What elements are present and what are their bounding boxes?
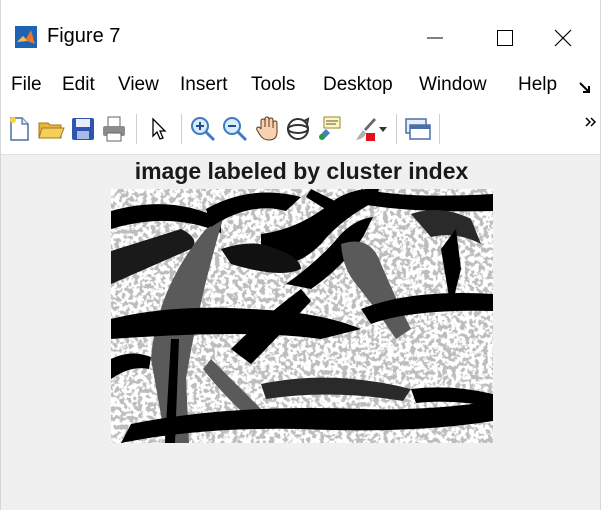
- pan-hand-icon[interactable]: [253, 115, 281, 143]
- figure-canvas: image labeled by cluster index: [1, 155, 600, 510]
- menu-tools[interactable]: Tools: [251, 74, 295, 96]
- close-icon: [554, 29, 572, 47]
- print-icon[interactable]: [100, 115, 128, 143]
- title-bar: Figure 7: [1, 0, 600, 66]
- menu-file[interactable]: File: [11, 74, 42, 96]
- menu-desktop[interactable]: Desktop: [323, 74, 393, 96]
- zoom-out-icon[interactable]: [221, 115, 249, 143]
- dropdown-arrow-icon[interactable]: [377, 115, 389, 143]
- minimize-button[interactable]: [411, 16, 459, 60]
- zoom-in-icon[interactable]: [189, 115, 217, 143]
- data-cursor-icon[interactable]: [316, 115, 344, 143]
- window-title: Figure 7: [47, 25, 121, 47]
- new-file-icon[interactable]: [5, 115, 33, 143]
- figure-title: image labeled by cluster index: [134, 158, 469, 184]
- open-folder-icon[interactable]: [37, 115, 65, 143]
- figure-window: Figure 7 File Edit View Insert Tools Des…: [0, 0, 601, 510]
- toolbar-separator: [136, 114, 137, 144]
- menu-edit[interactable]: Edit: [62, 74, 95, 96]
- pointer-icon[interactable]: [144, 115, 172, 143]
- minimize-icon: [427, 37, 443, 39]
- menu-window[interactable]: Window: [419, 74, 487, 96]
- maximize-button[interactable]: [481, 16, 529, 60]
- menu-insert[interactable]: Insert: [180, 74, 228, 96]
- rotate-3d-icon[interactable]: [284, 115, 312, 143]
- maximize-icon: [497, 30, 513, 46]
- toolbar-separator: [439, 114, 440, 144]
- close-button[interactable]: [539, 16, 587, 60]
- brush-icon[interactable]: [350, 115, 378, 143]
- figure-toolbar: [1, 104, 600, 155]
- cluster-labeled-image: [111, 189, 493, 443]
- menu-bar: File Edit View Insert Tools Desktop Wind…: [1, 66, 600, 104]
- menu-view[interactable]: View: [118, 74, 159, 96]
- link-plot-icon[interactable]: [403, 115, 431, 143]
- menu-overflow-icon[interactable]: [579, 80, 593, 94]
- toolbar-separator: [181, 114, 182, 144]
- toolbar-separator: [396, 114, 397, 144]
- save-icon[interactable]: [69, 115, 97, 143]
- matlab-icon: [15, 26, 37, 48]
- menu-help[interactable]: Help: [518, 74, 557, 96]
- overflow-chevron-icon[interactable]: [585, 116, 597, 128]
